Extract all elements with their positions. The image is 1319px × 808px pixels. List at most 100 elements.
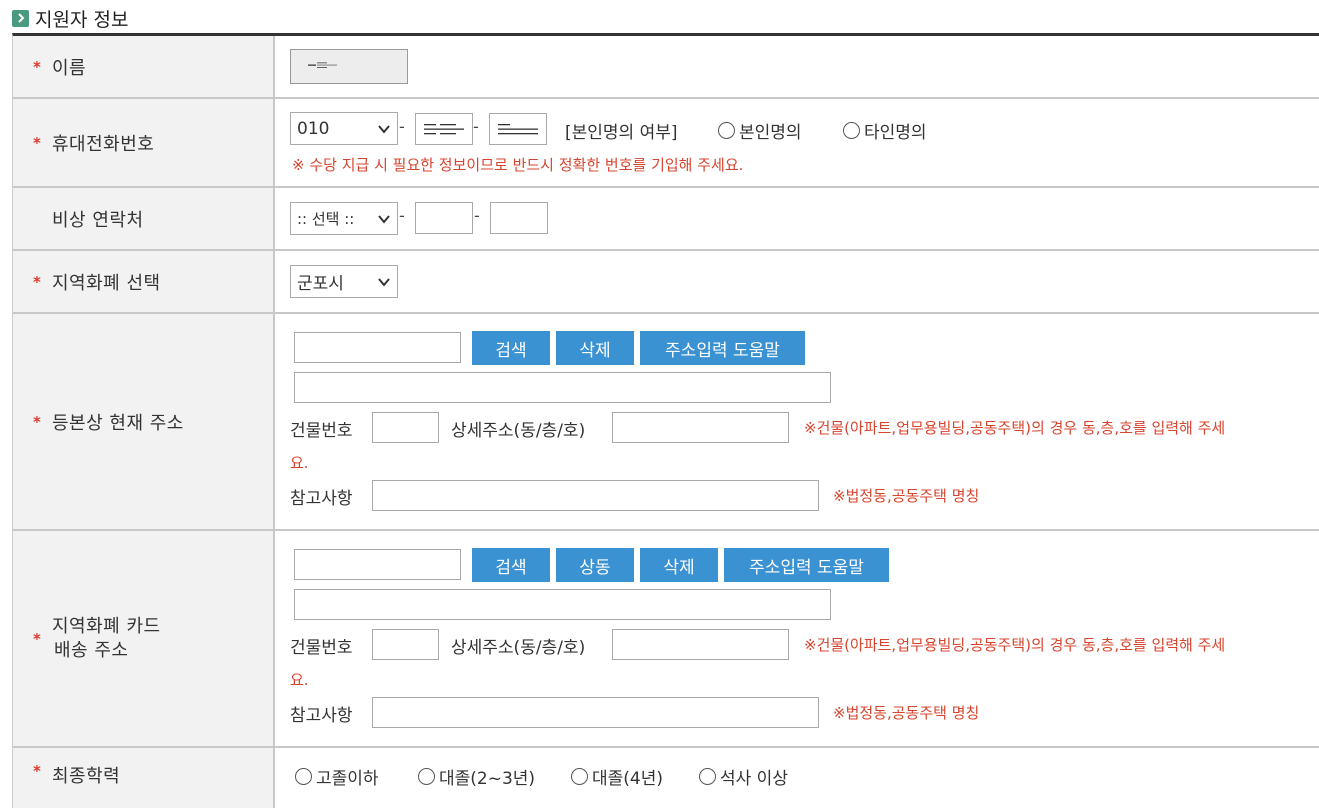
education-option-highschool[interactable]: 고졸이하 bbox=[295, 764, 379, 789]
address-zipcode-input[interactable] bbox=[294, 332, 461, 363]
row-emergency: 비상 연락처 :: 선택 :: - - bbox=[13, 188, 1319, 251]
card-reference-note: ※법정동,공동주택 명칭 bbox=[833, 704, 980, 722]
currency-label: 지역화폐 선택 bbox=[52, 272, 161, 294]
education-label: 최종학력 bbox=[52, 766, 121, 787]
currency-value: 군포시 bbox=[297, 274, 344, 294]
row-card-address: * 지역화폐 카드 배송 주소 검색 상동 삭제 주소입력 도움말 건물번호 상… bbox=[13, 531, 1319, 748]
required-mark: * bbox=[33, 272, 42, 291]
address-delete-button[interactable]: 삭제 bbox=[556, 331, 634, 365]
detail-address-note-cont: 요. bbox=[290, 454, 309, 472]
radio-button[interactable] bbox=[418, 768, 435, 785]
row-education: * 최종학력 고졸이하 대졸(2~3년) 대졸(4년) 석사 이상 bbox=[13, 748, 1319, 808]
row-phone: * 휴대전화번호 010 - - [본인명의 여부] 본인명의 타인명의 ※ 수… bbox=[13, 99, 1319, 188]
radio-button[interactable] bbox=[843, 122, 860, 139]
value-cell bbox=[275, 36, 1319, 97]
card-main-input[interactable] bbox=[294, 589, 831, 620]
radio-button[interactable] bbox=[295, 768, 312, 785]
radio-label: 대졸(2~3년) bbox=[439, 769, 536, 789]
detail-address-note: ※건물(아파트,업무용빌딩,공동주택)의 경우 동,층,호를 입력해 주세 bbox=[804, 419, 1226, 437]
chevron-down-icon bbox=[378, 278, 390, 287]
reference-input[interactable] bbox=[372, 480, 819, 511]
card-delete-button[interactable]: 삭제 bbox=[640, 548, 718, 582]
separator: - bbox=[474, 206, 480, 225]
card-detail-address-label: 상세주소(동/층/호) bbox=[451, 638, 586, 658]
required-mark: * bbox=[33, 133, 42, 152]
separator: - bbox=[399, 117, 405, 136]
value-cell: 고졸이하 대졸(2~3년) 대졸(4년) 석사 이상 bbox=[275, 748, 1319, 808]
phone-label: 휴대전화번호 bbox=[52, 133, 155, 155]
reference-label: 참고사항 bbox=[290, 489, 353, 509]
owner-label: [본인명의 여부] bbox=[565, 123, 678, 143]
value-cell: 검색 상동 삭제 주소입력 도움말 건물번호 상세주소(동/층/호) ※건물(아… bbox=[275, 531, 1319, 746]
education-option-masters[interactable]: 석사 이상 bbox=[699, 764, 788, 789]
card-building-number-input[interactable] bbox=[372, 629, 439, 660]
radio-label: 타인명의 bbox=[864, 123, 927, 143]
address-help-button[interactable]: 주소입력 도움말 bbox=[640, 331, 805, 365]
owner-option-other[interactable]: 타인명의 bbox=[843, 118, 927, 143]
separator: - bbox=[473, 117, 479, 136]
value-cell: 010 - - [본인명의 여부] 본인명의 타인명의 ※ 수당 지급 시 필요… bbox=[275, 99, 1319, 186]
emergency-label: 비상 연락처 bbox=[52, 209, 144, 231]
value-cell: 검색 삭제 주소입력 도움말 건물번호 상세주소(동/층/호) ※건물(아파트,… bbox=[275, 314, 1319, 529]
education-option-college[interactable]: 대졸(2~3년) bbox=[418, 764, 535, 789]
phone-prefix-select[interactable]: 010 bbox=[290, 112, 398, 145]
required-mark: * bbox=[33, 57, 42, 76]
radio-button[interactable] bbox=[718, 122, 735, 139]
label-cell: * 등본상 현재 주소 bbox=[13, 314, 275, 529]
card-label-line2: 배송 주소 bbox=[54, 639, 129, 661]
row-name: * 이름 bbox=[13, 36, 1319, 99]
chevron-down-icon bbox=[378, 125, 390, 134]
name-label: 이름 bbox=[52, 57, 87, 79]
owner-option-self[interactable]: 본인명의 bbox=[718, 118, 802, 143]
card-help-button[interactable]: 주소입력 도움말 bbox=[724, 548, 889, 582]
card-detail-address-note: ※건물(아파트,업무용빌딩,공동주택)의 경우 동,층,호를 입력해 주세 bbox=[804, 636, 1226, 654]
card-detail-address-input[interactable] bbox=[612, 629, 789, 660]
radio-label: 본인명의 bbox=[739, 123, 802, 143]
reference-note: ※법정동,공동주택 명칭 bbox=[833, 487, 980, 505]
row-currency: * 지역화폐 선택 군포시 bbox=[13, 251, 1319, 314]
radio-button[interactable] bbox=[699, 768, 716, 785]
label-cell: * 지역화폐 선택 bbox=[13, 251, 275, 312]
label-cell: * 휴대전화번호 bbox=[13, 99, 275, 186]
separator: - bbox=[399, 206, 405, 225]
education-option-university[interactable]: 대졸(4년) bbox=[571, 764, 663, 789]
label-cell: * 이름 bbox=[13, 36, 275, 97]
detail-address-label: 상세주소(동/층/호) bbox=[451, 421, 586, 441]
building-number-input[interactable] bbox=[372, 412, 439, 443]
row-address: * 등본상 현재 주소 검색 삭제 주소입력 도움말 건물번호 상세주소(동/층… bbox=[13, 314, 1319, 531]
card-reference-label: 참고사항 bbox=[290, 706, 353, 726]
card-search-button[interactable]: 검색 bbox=[472, 548, 550, 582]
chevron-right-icon bbox=[12, 9, 29, 27]
emergency-middle-input[interactable] bbox=[415, 202, 473, 234]
phone-note: ※ 수당 지급 시 필요한 정보이므로 반드시 정확한 번호를 기입해 주세요. bbox=[292, 156, 744, 174]
card-address-label: 지역화폐 카드 배송 주소 bbox=[52, 615, 161, 663]
required-mark: * bbox=[33, 412, 42, 431]
address-main-input[interactable] bbox=[294, 372, 831, 403]
card-zipcode-input[interactable] bbox=[294, 549, 461, 580]
masked-value bbox=[498, 124, 538, 135]
detail-address-input[interactable] bbox=[612, 412, 789, 443]
card-same-button[interactable]: 상동 bbox=[556, 548, 634, 582]
phone-last-input[interactable] bbox=[489, 113, 547, 145]
address-label: 등본상 현재 주소 bbox=[52, 412, 184, 434]
emergency-prefix-select[interactable]: :: 선택 :: bbox=[290, 202, 398, 235]
masked-value bbox=[293, 62, 353, 68]
phone-middle-input[interactable] bbox=[415, 113, 473, 145]
radio-label: 석사 이상 bbox=[720, 769, 788, 789]
currency-select[interactable]: 군포시 bbox=[290, 265, 398, 298]
address-search-button[interactable]: 검색 bbox=[472, 331, 550, 365]
radio-button[interactable] bbox=[571, 768, 588, 785]
card-building-number-label: 건물번호 bbox=[290, 638, 353, 658]
card-reference-input[interactable] bbox=[372, 697, 819, 728]
radio-label: 고졸이하 bbox=[316, 769, 379, 789]
section-header: 지원자 정보 bbox=[12, 6, 129, 31]
masked-value bbox=[424, 124, 464, 135]
name-field bbox=[290, 49, 408, 84]
phone-prefix-value: 010 bbox=[297, 118, 330, 139]
emergency-last-input[interactable] bbox=[490, 202, 548, 234]
emergency-prefix-value: :: 선택 :: bbox=[297, 210, 355, 228]
value-cell: 군포시 bbox=[275, 251, 1319, 312]
section-title: 지원자 정보 bbox=[35, 8, 129, 31]
required-mark: * bbox=[33, 629, 42, 648]
label-cell: * 지역화폐 카드 배송 주소 bbox=[13, 531, 275, 746]
